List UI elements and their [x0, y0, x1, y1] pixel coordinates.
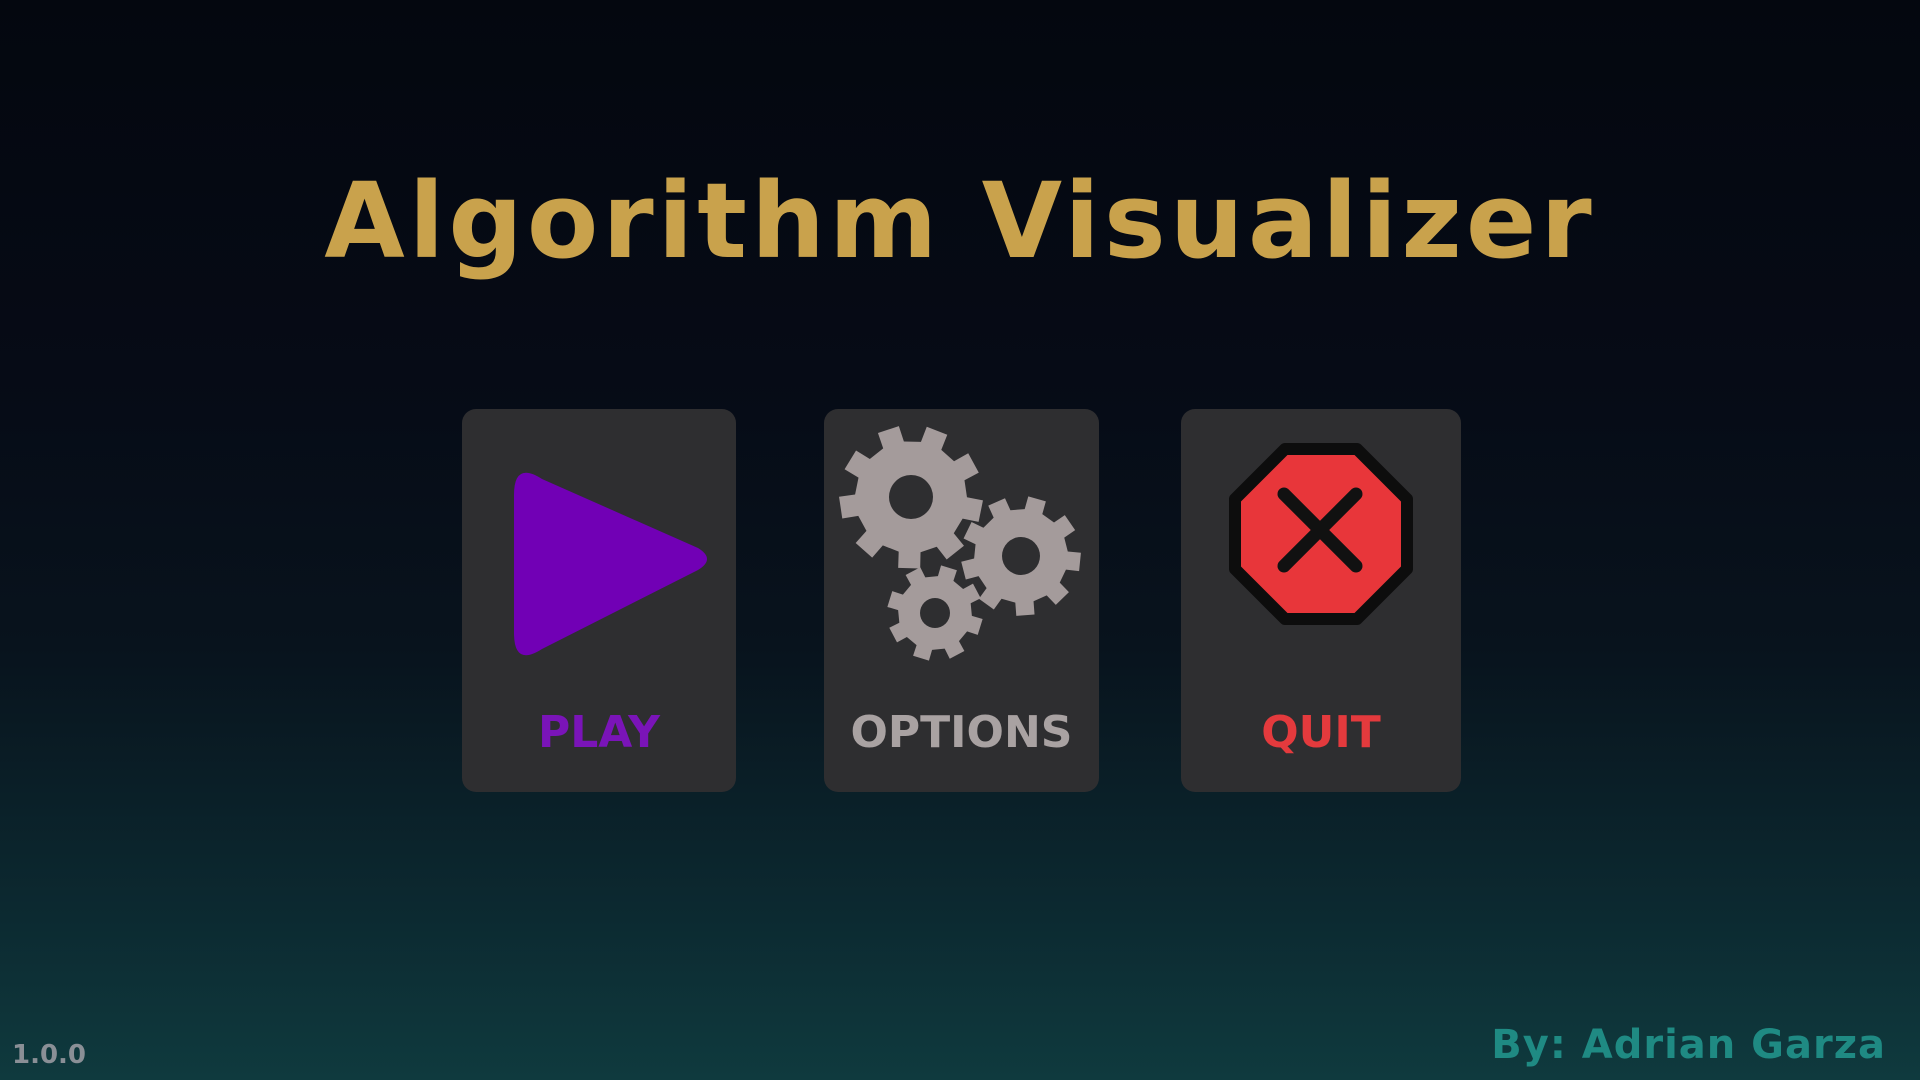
play-label: PLAY — [538, 707, 660, 758]
stop-sign-x-icon — [1181, 409, 1461, 689]
version-label: 1.0.0 — [12, 1040, 87, 1070]
quit-label: QUIT — [1261, 707, 1381, 758]
quit-button[interactable]: QUIT — [1181, 409, 1461, 792]
author-credit: By: Adrian Garza — [1491, 1022, 1886, 1068]
play-icon — [462, 409, 736, 689]
options-label: OPTIONS — [850, 707, 1073, 758]
gears-icon — [824, 409, 1099, 689]
play-button[interactable]: PLAY — [462, 409, 736, 792]
options-button[interactable]: OPTIONS — [824, 409, 1099, 792]
app-title: Algorithm Visualizer — [324, 160, 1596, 282]
